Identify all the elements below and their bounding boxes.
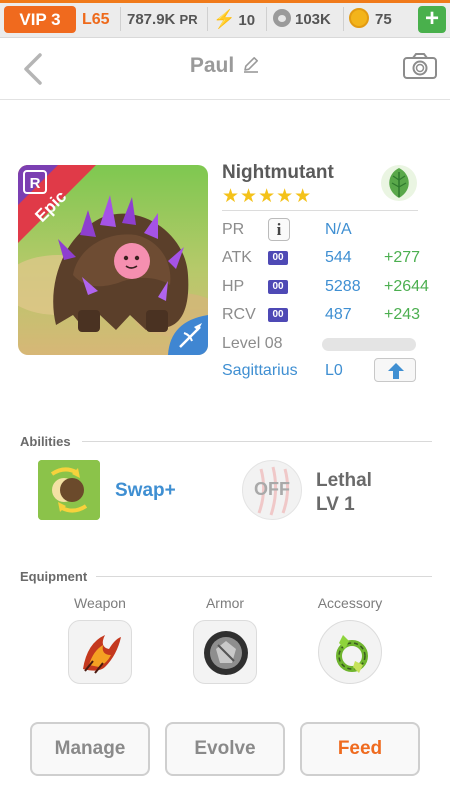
pr-value: N/A <box>325 221 352 238</box>
rcv-value: 487 <box>325 306 352 323</box>
status-bar-accent <box>0 0 450 3</box>
paw-display[interactable]: 103K <box>273 6 331 33</box>
level-label: Level 08 <box>222 335 283 352</box>
divider <box>343 7 344 31</box>
constellation-link[interactable]: Sagittarius <box>222 358 298 384</box>
stat-row-pr: PR i N/A <box>222 217 432 243</box>
ability-lethal-name[interactable]: Lethal <box>316 470 372 492</box>
abilities-heading: Abilities <box>20 434 71 449</box>
leaf-icon[interactable] <box>380 164 418 202</box>
power-suffix: PR <box>179 12 198 27</box>
paw-value: 103K <box>295 11 331 28</box>
monster-artwork: Epic R <box>18 165 208 355</box>
weapon-slot[interactable] <box>68 620 132 684</box>
constellation-level: L0 <box>325 362 343 379</box>
atk-badge: 00 <box>268 251 288 265</box>
evolve-button[interactable]: Evolve <box>165 722 285 776</box>
armor-label: Armor <box>205 595 245 611</box>
pr-label: PR <box>222 221 245 238</box>
player-level: L65 <box>82 11 110 28</box>
ability-swap-name[interactable]: Swap+ <box>115 480 176 502</box>
page-title: Paul <box>189 54 235 77</box>
rcv-label: RCV <box>222 306 256 323</box>
monster-detail-screen: VIP 3 L65 787.9K PR ⚡10 103K 75 + Paul <box>0 0 450 800</box>
ability-state-off: OFF <box>254 479 290 499</box>
info-icon[interactable]: i <box>268 218 290 241</box>
coin-display[interactable]: 75 <box>349 6 392 33</box>
constellation-row: Sagittarius L0 <box>222 358 432 384</box>
divider <box>120 7 121 31</box>
manage-button[interactable]: Manage <box>30 722 150 776</box>
divider <box>266 7 267 31</box>
ability-lethal-level: LV 1 <box>316 494 355 515</box>
star-rating: ★★★★★ <box>222 186 313 207</box>
power-value: 787.9K <box>127 11 176 28</box>
swap-icon <box>38 460 100 520</box>
power-display: 787.9K PR <box>127 6 198 33</box>
page-title-wrap: Paul <box>0 54 450 78</box>
status-bar: VIP 3 L65 787.9K PR ⚡ 10 103K 75 + <box>0 0 450 38</box>
hp-badge: 00 <box>268 280 288 294</box>
coin-icon <box>349 8 369 28</box>
accessory-label: Accessory <box>317 595 383 611</box>
atk-value: 544 <box>325 249 352 266</box>
upgrade-button[interactable] <box>374 358 416 382</box>
atk-label: ATK <box>222 249 252 266</box>
hp-label: HP <box>222 278 245 295</box>
info-divider <box>222 210 418 211</box>
equipment-heading: Equipment <box>20 569 88 584</box>
monster-name: Nightmutant <box>222 162 334 183</box>
section-divider <box>96 576 432 577</box>
lightning-icon: ⚡ <box>213 9 236 29</box>
camera-icon[interactable] <box>402 52 438 80</box>
vip-badge[interactable]: VIP 3 <box>4 6 76 33</box>
paw-icon <box>273 9 291 27</box>
fire-claw-icon <box>83 635 121 674</box>
energy-display[interactable]: ⚡ 10 <box>213 6 255 33</box>
divider <box>207 7 208 31</box>
rank-badge: R <box>30 175 41 192</box>
monster-portrait[interactable]: Epic R <box>18 165 208 355</box>
feed-button[interactable]: Feed <box>300 722 420 776</box>
weapon-label: Weapon <box>74 595 126 611</box>
section-divider <box>82 441 432 442</box>
armor-slot[interactable] <box>193 620 257 684</box>
hp-value: 5288 <box>325 278 361 295</box>
level-progress-bar <box>322 338 416 351</box>
hp-bonus: +2644 <box>384 278 429 295</box>
atk-bonus: +277 <box>384 249 421 266</box>
rcv-badge: 00 <box>268 308 288 322</box>
armor-shield-icon <box>204 631 248 675</box>
accessory-slot[interactable] <box>318 620 382 684</box>
coin-value: 75 <box>375 11 392 28</box>
stat-row-atk: ATK 00 544 +277 <box>222 245 432 271</box>
swap-ability-icon[interactable] <box>38 460 100 520</box>
edit-pencil-icon[interactable] <box>242 55 260 73</box>
stat-row-hp: HP 00 5288 +2644 <box>222 274 432 300</box>
level-row: Level 08 <box>222 331 432 357</box>
header-bar: Paul <box>0 38 450 100</box>
emerald-ring-icon <box>336 635 368 673</box>
add-currency-button[interactable]: + <box>418 6 446 33</box>
rcv-bonus: +243 <box>384 306 421 323</box>
stat-row-rcv: RCV 00 487 +243 <box>222 302 432 328</box>
energy-value: 10 <box>238 12 256 29</box>
arrow-up-icon <box>388 363 404 379</box>
